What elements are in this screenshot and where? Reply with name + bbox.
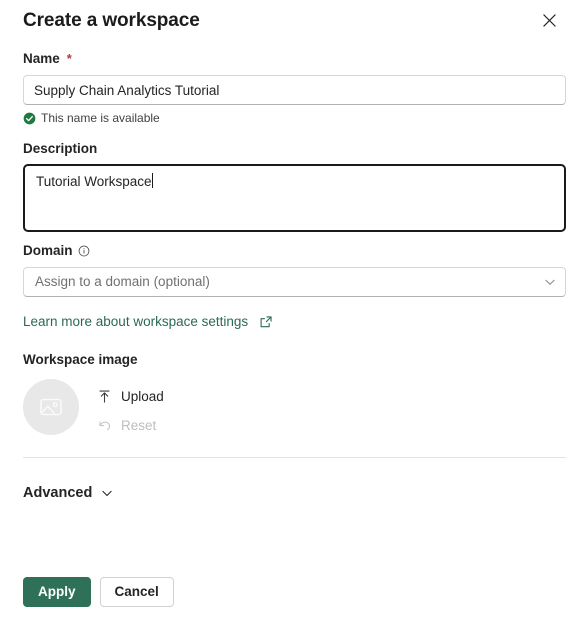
success-check-icon xyxy=(23,112,36,125)
info-icon[interactable] xyxy=(78,245,90,257)
reset-button[interactable]: Reset xyxy=(95,412,170,438)
chevron-down-icon xyxy=(100,486,114,500)
learn-more-row: Learn more about workspace settings xyxy=(23,313,273,331)
dialog-footer: Apply Cancel xyxy=(23,577,174,607)
domain-select[interactable]: Assign to a domain (optional) xyxy=(23,267,566,297)
upload-button-label: Upload xyxy=(121,388,164,404)
advanced-section-toggle[interactable]: Advanced xyxy=(23,483,114,503)
domain-label-text: Domain xyxy=(23,243,73,258)
name-label: Name * xyxy=(23,50,566,68)
workspace-image-label: Workspace image xyxy=(23,351,423,369)
apply-button[interactable]: Apply xyxy=(23,577,91,607)
workspace-image-actions: Upload Reset xyxy=(95,379,170,438)
chevron-down-icon xyxy=(543,275,557,289)
dialog-header: Create a workspace xyxy=(23,8,566,42)
workspace-image-avatar xyxy=(23,379,79,435)
create-workspace-dialog: Create a workspace Name * This name is a… xyxy=(0,0,580,618)
section-divider xyxy=(23,457,566,458)
required-asterisk: * xyxy=(66,51,72,66)
external-link-icon[interactable] xyxy=(259,315,273,329)
text-caret xyxy=(151,173,153,188)
page-title: Create a workspace xyxy=(23,10,200,31)
domain-field-group: Domain Assign to a domain (optional) xyxy=(23,242,566,297)
workspace-image-group: Workspace image Upload Reset xyxy=(23,351,423,438)
name-validation-message: This name is available xyxy=(23,110,566,126)
close-icon xyxy=(542,13,556,27)
name-field-group: Name * This name is available xyxy=(23,50,566,126)
reset-button-label: Reset xyxy=(121,417,157,433)
image-placeholder-icon xyxy=(37,393,65,421)
description-value: Tutorial Workspace xyxy=(36,174,152,189)
description-label: Description xyxy=(23,140,566,158)
workspace-name-input[interactable] xyxy=(23,75,566,105)
close-button[interactable] xyxy=(534,5,564,35)
workspace-image-row: Upload Reset xyxy=(23,379,423,438)
upload-arrow-icon xyxy=(97,389,112,404)
workspace-description-textarea[interactable]: Tutorial Workspace xyxy=(23,164,566,232)
name-validation-text: This name is available xyxy=(41,111,160,125)
undo-reset-icon xyxy=(97,418,112,433)
workspace-image-label-text: Workspace image xyxy=(23,352,138,367)
name-label-text: Name xyxy=(23,51,60,66)
upload-button[interactable]: Upload xyxy=(95,383,170,409)
domain-select-value: Assign to a domain (optional) xyxy=(35,274,210,289)
cancel-button[interactable]: Cancel xyxy=(99,577,174,607)
domain-label: Domain xyxy=(23,242,566,260)
description-label-text: Description xyxy=(23,141,98,156)
description-field-group: Description Tutorial Workspace xyxy=(23,140,566,232)
learn-more-link[interactable]: Learn more about workspace settings xyxy=(23,313,248,331)
advanced-label: Advanced xyxy=(23,485,93,501)
